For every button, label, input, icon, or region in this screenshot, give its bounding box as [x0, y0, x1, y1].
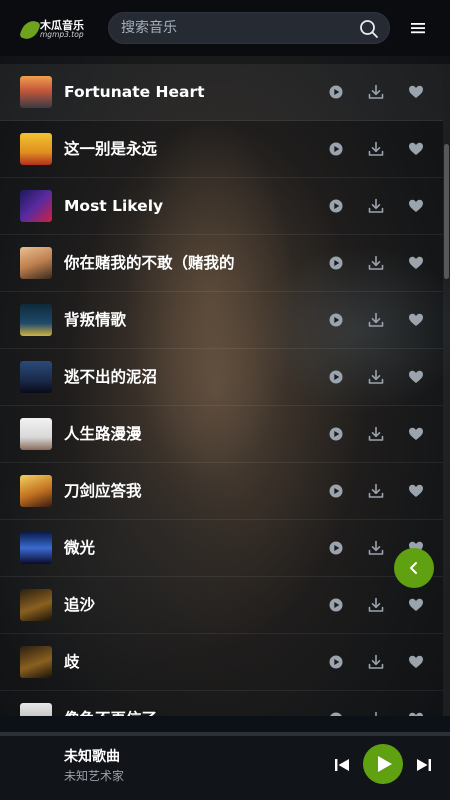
- song-row[interactable]: 微光: [0, 520, 443, 577]
- song-cover[interactable]: [20, 532, 52, 564]
- heart-icon[interactable]: [408, 369, 424, 385]
- song-row[interactable]: 你在赌我的不敢（赌我的: [0, 235, 443, 292]
- song-title[interactable]: 背叛情歌: [64, 292, 236, 349]
- scrollbar-thumb[interactable]: [444, 144, 449, 279]
- play-circle-icon[interactable]: [328, 198, 344, 214]
- menu-icon[interactable]: [408, 18, 428, 38]
- song-row[interactable]: 追沙: [0, 577, 443, 634]
- heart-icon[interactable]: [408, 84, 424, 100]
- song-row[interactable]: 背叛情歌: [0, 292, 443, 349]
- song-cover[interactable]: [20, 190, 52, 222]
- current-song-name: 未知歌曲: [64, 749, 120, 765]
- song-row[interactable]: 逃不出的泥沼: [0, 349, 443, 406]
- song-row[interactable]: 刀剑应答我: [0, 463, 443, 520]
- search-icon[interactable]: [359, 19, 379, 39]
- song-row[interactable]: 像鱼不再信了: [0, 691, 443, 716]
- song-row[interactable]: 人生路漫漫: [0, 406, 443, 463]
- download-icon[interactable]: [368, 654, 384, 670]
- song-cover[interactable]: [20, 304, 52, 336]
- heart-icon[interactable]: [408, 312, 424, 328]
- download-icon[interactable]: [368, 369, 384, 385]
- download-icon[interactable]: [368, 255, 384, 271]
- song-cover[interactable]: [20, 703, 52, 716]
- play-button[interactable]: [363, 744, 403, 784]
- play-circle-icon[interactable]: [328, 483, 344, 499]
- player-divider: [0, 716, 450, 732]
- download-icon[interactable]: [368, 597, 384, 613]
- song-cover[interactable]: [20, 646, 52, 678]
- download-icon[interactable]: [368, 312, 384, 328]
- heart-icon[interactable]: [408, 255, 424, 271]
- heart-icon[interactable]: [408, 597, 424, 613]
- scrollbar[interactable]: [443, 64, 450, 716]
- play-circle-icon[interactable]: [328, 426, 344, 442]
- download-icon[interactable]: [368, 483, 384, 499]
- search-input[interactable]: [121, 13, 351, 43]
- play-circle-icon[interactable]: [328, 84, 344, 100]
- song-title[interactable]: 你在赌我的不敢（赌我的: [64, 235, 236, 292]
- song-cover[interactable]: [20, 76, 52, 108]
- song-title[interactable]: 逃不出的泥沼: [64, 349, 236, 406]
- next-track-icon[interactable]: [415, 756, 433, 774]
- song-title[interactable]: Fortunate Heart: [64, 64, 236, 121]
- back-float-button[interactable]: [394, 548, 434, 588]
- download-icon[interactable]: [368, 426, 384, 442]
- song-cover[interactable]: [20, 418, 52, 450]
- player-bar: 未知歌曲 未知艺术家: [0, 736, 450, 800]
- song-title[interactable]: 追沙: [64, 577, 236, 634]
- play-circle-icon[interactable]: [328, 369, 344, 385]
- heart-icon[interactable]: [408, 426, 424, 442]
- search-bar: [108, 12, 390, 44]
- play-circle-icon[interactable]: [328, 597, 344, 613]
- play-circle-icon[interactable]: [328, 141, 344, 157]
- heart-icon[interactable]: [408, 141, 424, 157]
- song-title[interactable]: 像鱼不再信了: [64, 691, 236, 716]
- current-artist: 未知艺术家: [64, 769, 125, 783]
- play-circle-icon[interactable]: [328, 654, 344, 670]
- download-icon[interactable]: [368, 141, 384, 157]
- play-icon: [378, 756, 392, 772]
- leaf-logo-icon: [19, 17, 41, 43]
- logo-subtitle: mgmp3.top: [40, 30, 84, 39]
- app-logo[interactable]: 木瓜音乐 mgmp3.top: [19, 17, 88, 43]
- heart-icon[interactable]: [408, 198, 424, 214]
- song-title[interactable]: 刀剑应答我: [64, 463, 236, 520]
- play-circle-icon[interactable]: [328, 255, 344, 271]
- song-row[interactable]: 这一别是永远: [0, 121, 443, 178]
- download-icon[interactable]: [368, 84, 384, 100]
- chevron-left-icon: [410, 562, 417, 574]
- song-title[interactable]: 歧: [64, 634, 236, 691]
- song-cover[interactable]: [20, 247, 52, 279]
- song-cover[interactable]: [20, 589, 52, 621]
- song-title[interactable]: 这一别是永远: [64, 121, 236, 178]
- download-icon[interactable]: [368, 198, 384, 214]
- heart-icon[interactable]: [408, 483, 424, 499]
- song-row[interactable]: Most Likely: [0, 178, 443, 235]
- song-cover[interactable]: [20, 361, 52, 393]
- previous-track-icon[interactable]: [333, 756, 351, 774]
- play-circle-icon[interactable]: [328, 312, 344, 328]
- song-title[interactable]: 人生路漫漫: [64, 406, 236, 463]
- header: 木瓜音乐 mgmp3.top: [0, 0, 450, 56]
- song-cover[interactable]: [20, 475, 52, 507]
- song-title[interactable]: 微光: [64, 520, 236, 577]
- heart-icon[interactable]: [408, 654, 424, 670]
- song-row[interactable]: 歧: [0, 634, 443, 691]
- song-list: Fortunate Heart 这一别是永远 Most Likely 你在赌我的…: [0, 64, 443, 716]
- song-title[interactable]: Most Likely: [64, 178, 236, 235]
- song-cover[interactable]: [20, 133, 52, 165]
- play-circle-icon[interactable]: [328, 540, 344, 556]
- download-icon[interactable]: [368, 540, 384, 556]
- song-row[interactable]: Fortunate Heart: [0, 64, 443, 121]
